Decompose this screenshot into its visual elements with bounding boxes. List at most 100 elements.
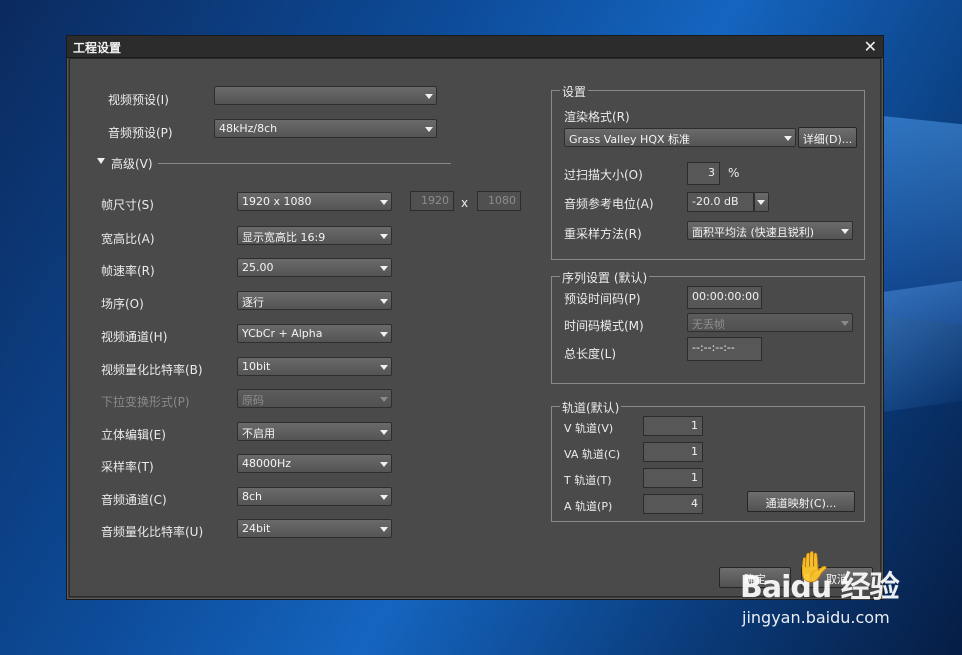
baidu-jingyan-watermark: ✋ Baidu 经验 jingyan.baidu.com: [740, 550, 900, 627]
frame-size-value: 1920 x 1080: [242, 195, 312, 208]
chevron-down-icon: [380, 495, 388, 500]
tracks-group-title: 轨道(默认): [560, 399, 622, 416]
a-track-label: A 轨道(P): [564, 500, 613, 513]
stereo-label: 立体编辑(E): [101, 428, 166, 442]
frame-size-label: 帧尺寸(S): [101, 198, 154, 212]
paw-logo-icon: ✋: [794, 550, 832, 585]
chevron-down-icon: [380, 397, 388, 402]
chevron-down-icon: [380, 527, 388, 532]
overscan-label: 过扫描大小(O): [564, 168, 643, 182]
chevron-down-icon: [841, 321, 849, 326]
sequence-group: 序列设置 (默认) 预设时间码(P) 00:00:00:00 时间码模式(M) …: [551, 269, 865, 384]
overscan-unit: %: [728, 166, 740, 180]
chevron-down-icon: [380, 266, 388, 271]
audio-channel-value: 8ch: [242, 490, 263, 503]
video-bitdepth-select[interactable]: 10bit: [237, 357, 392, 376]
video-bitdepth-value: 10bit: [242, 360, 271, 373]
length-field[interactable]: --:--:--:--: [687, 337, 762, 361]
chevron-down-icon: [380, 365, 388, 370]
chevron-down-icon: [841, 229, 849, 234]
stereo-value: 不启用: [242, 427, 275, 440]
sample-rate-label: 采样率(T): [101, 460, 154, 474]
resample-select[interactable]: 面积平均法 (快速且锐利): [687, 221, 853, 240]
audio-bitdepth-label: 音频量化比特率(U): [101, 525, 204, 539]
chevron-down-icon: [380, 234, 388, 239]
chevron-down-icon: [425, 127, 433, 132]
frame-width-field: 1920: [410, 191, 454, 211]
render-format-value: Grass Valley HQX 标准: [569, 133, 691, 146]
sample-rate-value: 48000Hz: [242, 457, 292, 470]
video-channel-select[interactable]: YCbCr + Alpha: [237, 324, 392, 343]
audio-bitdepth-value: 24bit: [242, 522, 271, 535]
audio-channel-label: 音频通道(C): [101, 493, 167, 507]
audio-ref-label: 音频参考电位(A): [564, 197, 654, 211]
chevron-down-icon: [380, 462, 388, 467]
t-track-label: T 轨道(T): [564, 474, 612, 487]
chevron-down-icon: [380, 430, 388, 435]
dialog-title: 工程设置: [73, 41, 122, 55]
advanced-label[interactable]: 高级(V): [111, 155, 153, 172]
audio-bitdepth-select[interactable]: 24bit: [237, 519, 392, 538]
va-track-field[interactable]: 1: [643, 442, 703, 462]
render-format-label: 渲染格式(R): [564, 110, 630, 124]
frame-rate-select[interactable]: 25.00: [237, 258, 392, 277]
stereo-select[interactable]: 不启用: [237, 422, 392, 441]
t-track-field[interactable]: 1: [643, 468, 703, 488]
tc-mode-label: 时间码模式(M): [564, 319, 644, 333]
audio-preset-select[interactable]: 48kHz/8ch: [214, 119, 437, 138]
frame-size-select[interactable]: 1920 x 1080: [237, 192, 392, 211]
audio-channel-select[interactable]: 8ch: [237, 487, 392, 506]
field-order-label: 场序(O): [101, 297, 144, 311]
overscan-field[interactable]: 3: [687, 162, 720, 185]
video-channel-value: YCbCr + Alpha: [242, 327, 323, 340]
dialog-content: 视频预设(I) 音频预设(P) 48kHz/8ch 高级(V) 帧尺寸(S) 1…: [69, 58, 881, 597]
tracks-group: 轨道(默认) V 轨道(V) 1 VA 轨道(C) 1 T 轨道(T) 1 A …: [551, 399, 865, 522]
tc-mode-value: 无丢帧: [692, 318, 725, 331]
v-track-field[interactable]: 1: [643, 416, 703, 436]
field-order-select[interactable]: 逐行: [237, 291, 392, 310]
settings-group: 设置 渲染格式(R) Grass Valley HQX 标准 详细(D)... …: [551, 83, 865, 260]
aspect-value: 显示宽高比 16:9: [242, 231, 326, 244]
video-bitdepth-label: 视频量化比特率(B): [101, 363, 203, 377]
advanced-divider: [158, 163, 451, 164]
video-preset-select[interactable]: [214, 86, 437, 105]
length-label: 总长度(L): [564, 347, 617, 361]
chevron-down-icon: [784, 136, 792, 141]
chevron-down-icon: [380, 332, 388, 337]
title-bar[interactable]: 工程设置 ✕: [67, 36, 883, 58]
va-track-label: VA 轨道(C): [564, 448, 621, 461]
detail-button[interactable]: 详细(D)...: [798, 127, 857, 148]
frame-rate-label: 帧速率(R): [101, 264, 155, 278]
chevron-down-icon: [757, 200, 765, 205]
audio-ref-dropdown[interactable]: [754, 192, 769, 212]
chevron-down-icon: [380, 200, 388, 205]
close-icon[interactable]: ✕: [864, 37, 877, 56]
channel-mapping-button[interactable]: 通道映射(C)...: [747, 491, 855, 512]
resample-value: 面积平均法 (快速且锐利): [692, 226, 815, 239]
sample-rate-select[interactable]: 48000Hz: [237, 454, 392, 473]
settings-group-title: 设置: [560, 83, 589, 100]
audio-preset-value: 48kHz/8ch: [219, 122, 278, 135]
sequence-group-title: 序列设置 (默认): [560, 269, 650, 286]
aspect-select[interactable]: 显示宽高比 16:9: [237, 226, 392, 245]
pulldown-label: 下拉变换形式(P): [101, 395, 190, 409]
audio-ref-field[interactable]: -20.0 dB: [687, 192, 754, 212]
desktop-light-beam-2: [880, 115, 962, 325]
resample-label: 重采样方法(R): [564, 227, 642, 241]
pulldown-value: 原码: [242, 394, 264, 407]
timecode-label: 预设时间码(P): [564, 292, 641, 306]
frame-size-x: x: [461, 196, 469, 210]
render-format-select[interactable]: Grass Valley HQX 标准: [564, 128, 796, 147]
field-order-value: 逐行: [242, 296, 264, 309]
tc-mode-select: 无丢帧: [687, 313, 853, 332]
video-channel-label: 视频通道(H): [101, 330, 168, 344]
aspect-label: 宽高比(A): [101, 232, 155, 246]
a-track-field[interactable]: 4: [643, 494, 703, 514]
audio-preset-label: 音频预设(P): [108, 126, 173, 140]
project-settings-dialog: 工程设置 ✕ 视频预设(I) 音频预设(P) 48kHz/8ch 高级(V) 帧…: [66, 35, 884, 600]
pulldown-select: 原码: [237, 389, 392, 408]
v-track-label: V 轨道(V): [564, 422, 614, 435]
collapse-triangle-icon[interactable]: [97, 158, 105, 164]
timecode-field[interactable]: 00:00:00:00: [687, 286, 762, 309]
video-preset-label: 视频预设(I): [108, 93, 169, 107]
